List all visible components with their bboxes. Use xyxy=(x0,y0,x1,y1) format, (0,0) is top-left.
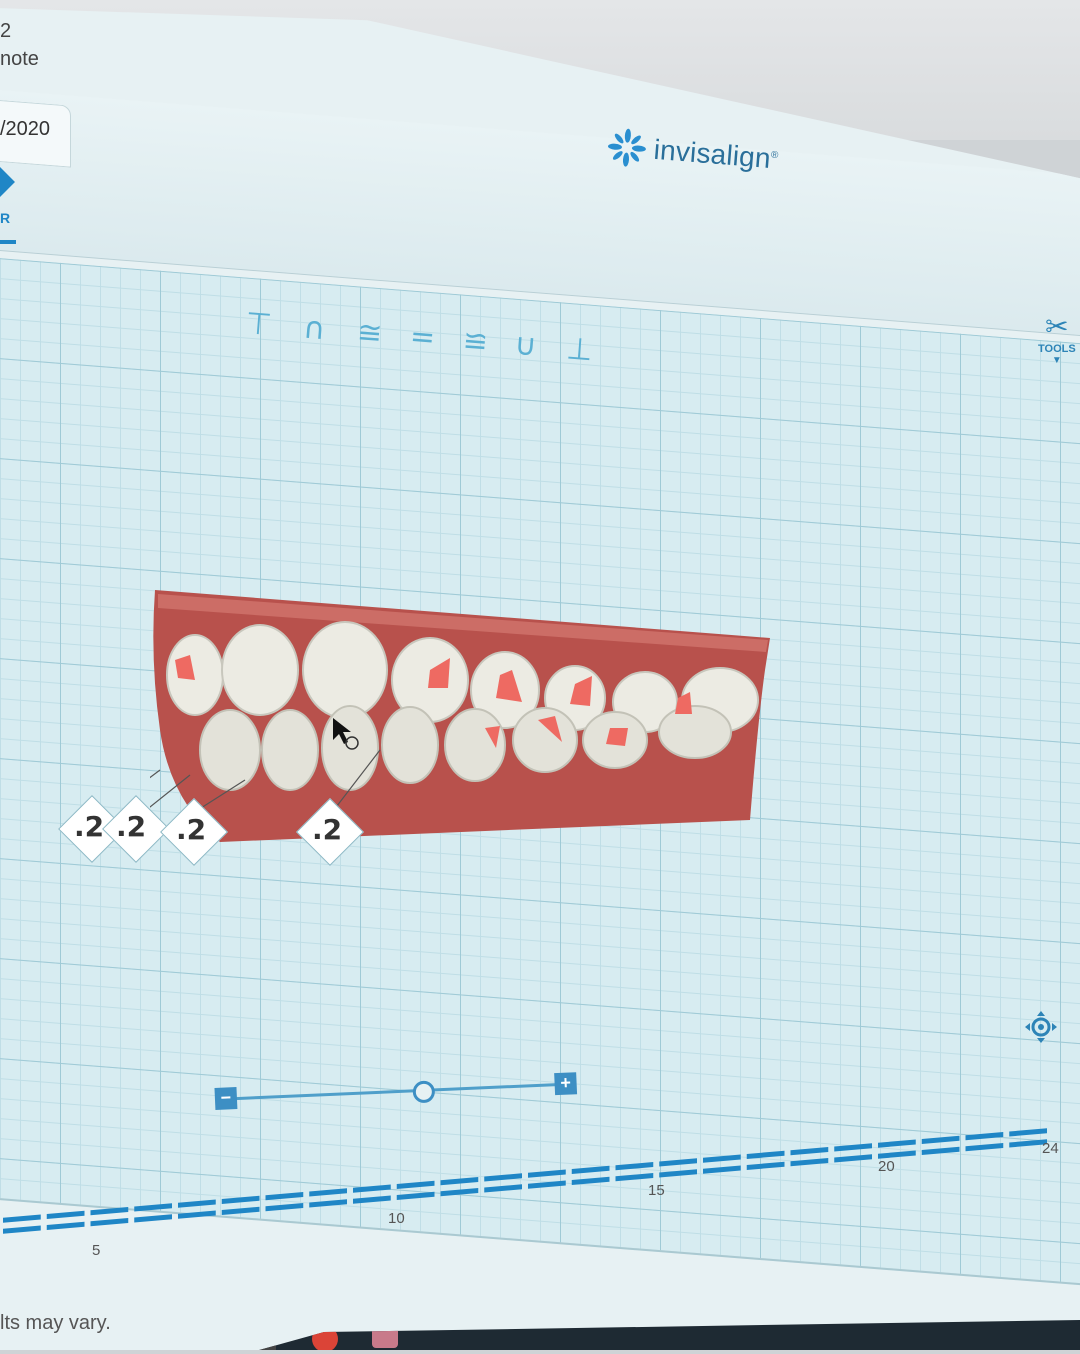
plan-date-tab-label: /2020 xyxy=(0,118,51,140)
stage-segment[interactable] xyxy=(1009,1128,1047,1137)
stage-segment[interactable] xyxy=(178,1199,216,1208)
stage-segment[interactable] xyxy=(484,1184,522,1193)
results-disclaimer: lts may vary. xyxy=(0,1312,111,1334)
stage-segment[interactable] xyxy=(178,1210,216,1219)
stage-segment[interactable] xyxy=(528,1180,566,1189)
stage-segment[interactable] xyxy=(659,1158,697,1167)
front-view-icon[interactable]: = xyxy=(409,319,437,356)
top-view-icon[interactable]: ⊤ xyxy=(244,306,273,343)
stage-segment[interactable] xyxy=(790,1147,829,1156)
stage-segment[interactable] xyxy=(396,1180,435,1189)
stage-label: 10 xyxy=(388,1210,405,1227)
nav-item-label: R xyxy=(0,210,11,226)
stage-segment[interactable] xyxy=(353,1184,391,1193)
stage-segment[interactable] xyxy=(703,1154,741,1163)
stage-segment[interactable] xyxy=(134,1214,172,1223)
stage-segment[interactable] xyxy=(615,1173,654,1182)
ipr-value: .2 xyxy=(176,813,207,846)
bottom-view-icon[interactable]: ⊥ xyxy=(565,331,594,368)
stage-segment[interactable] xyxy=(3,1225,41,1234)
stage-segment[interactable] xyxy=(265,1192,304,1201)
upper-occlusal-icon[interactable]: ≅ xyxy=(356,315,384,352)
stage-segment[interactable] xyxy=(134,1203,172,1212)
upper-arch-icon[interactable]: ∩ xyxy=(302,311,327,348)
stage-segment[interactable] xyxy=(90,1207,129,1216)
stage-segment[interactable] xyxy=(965,1143,1004,1152)
tools-icon[interactable]: ✂ xyxy=(1038,310,1076,343)
stage-segment[interactable] xyxy=(746,1161,785,1170)
zoom-track[interactable] xyxy=(232,1082,563,1101)
nav-active-indicator xyxy=(0,240,16,244)
lower-occlusal-icon[interactable]: ≌ xyxy=(461,323,489,360)
stage-label: 24 xyxy=(1042,1140,1059,1157)
ipr-value: .2 xyxy=(74,810,105,843)
patient-id-fragment: 2 xyxy=(0,20,12,42)
stage-segment[interactable] xyxy=(221,1206,260,1215)
recenter-view-icon[interactable] xyxy=(1024,1010,1058,1044)
ipr-value: .2 xyxy=(312,813,343,846)
stage-segment[interactable] xyxy=(265,1203,304,1212)
stage-segment[interactable] xyxy=(659,1169,697,1178)
stage-segment[interactable] xyxy=(571,1176,610,1185)
stage-segment[interactable] xyxy=(571,1165,610,1174)
tools-label: TOOLS xyxy=(1038,343,1076,355)
stage-segment[interactable] xyxy=(921,1135,960,1144)
monitor-screen: 2 note /2020 R invisalign® ⊤ ∩ ≅ = ≌ ∪ ⊥… xyxy=(0,8,1080,1350)
chevron-down-icon[interactable]: ▼ xyxy=(1038,355,1076,366)
stage-segment[interactable] xyxy=(921,1146,960,1155)
stage-segment[interactable] xyxy=(615,1162,654,1171)
stage-segment[interactable] xyxy=(353,1195,391,1204)
stage-segment[interactable] xyxy=(528,1169,566,1178)
stage-segment[interactable] xyxy=(90,1218,129,1227)
stage-segment[interactable] xyxy=(965,1132,1004,1141)
stage-timeline[interactable] xyxy=(0,1100,1080,1300)
stage-label: 5 xyxy=(92,1242,101,1259)
stage-segment[interactable] xyxy=(46,1221,85,1230)
stage-segment[interactable] xyxy=(484,1173,522,1182)
zoom-in-button[interactable]: + xyxy=(554,1072,578,1096)
stage-segment[interactable] xyxy=(834,1143,872,1152)
stage-segment[interactable] xyxy=(834,1154,872,1163)
tools-menu[interactable]: ✂ TOOLS ▼ xyxy=(1038,310,1076,366)
stage-segment[interactable] xyxy=(3,1214,41,1223)
stage-segment[interactable] xyxy=(878,1139,916,1148)
lower-arch-icon[interactable]: ∪ xyxy=(513,327,538,364)
stage-label: 15 xyxy=(648,1182,665,1199)
stage-segment[interactable] xyxy=(440,1188,479,1197)
stage-label: 20 xyxy=(878,1158,895,1175)
ipr-value: .2 xyxy=(116,810,147,843)
stage-segment[interactable] xyxy=(440,1177,479,1186)
stage-segment[interactable] xyxy=(309,1199,347,1208)
brand-name-text: invisalign xyxy=(652,133,772,174)
notes-label-fragment: note xyxy=(0,48,39,70)
stage-segment[interactable] xyxy=(221,1195,260,1204)
dental-arch-model[interactable] xyxy=(150,580,780,850)
stage-segment[interactable] xyxy=(703,1165,741,1174)
registered-mark: ® xyxy=(770,149,779,162)
stage-bars xyxy=(3,1128,1047,1234)
stage-segment[interactable] xyxy=(746,1150,785,1159)
stage-segment[interactable] xyxy=(46,1210,85,1219)
stage-segment[interactable] xyxy=(309,1188,347,1197)
stage-segment[interactable] xyxy=(396,1191,435,1200)
starburst-logo-icon xyxy=(607,128,646,167)
brand-name: invisalign® xyxy=(653,134,780,176)
stage-segment[interactable] xyxy=(790,1158,829,1167)
